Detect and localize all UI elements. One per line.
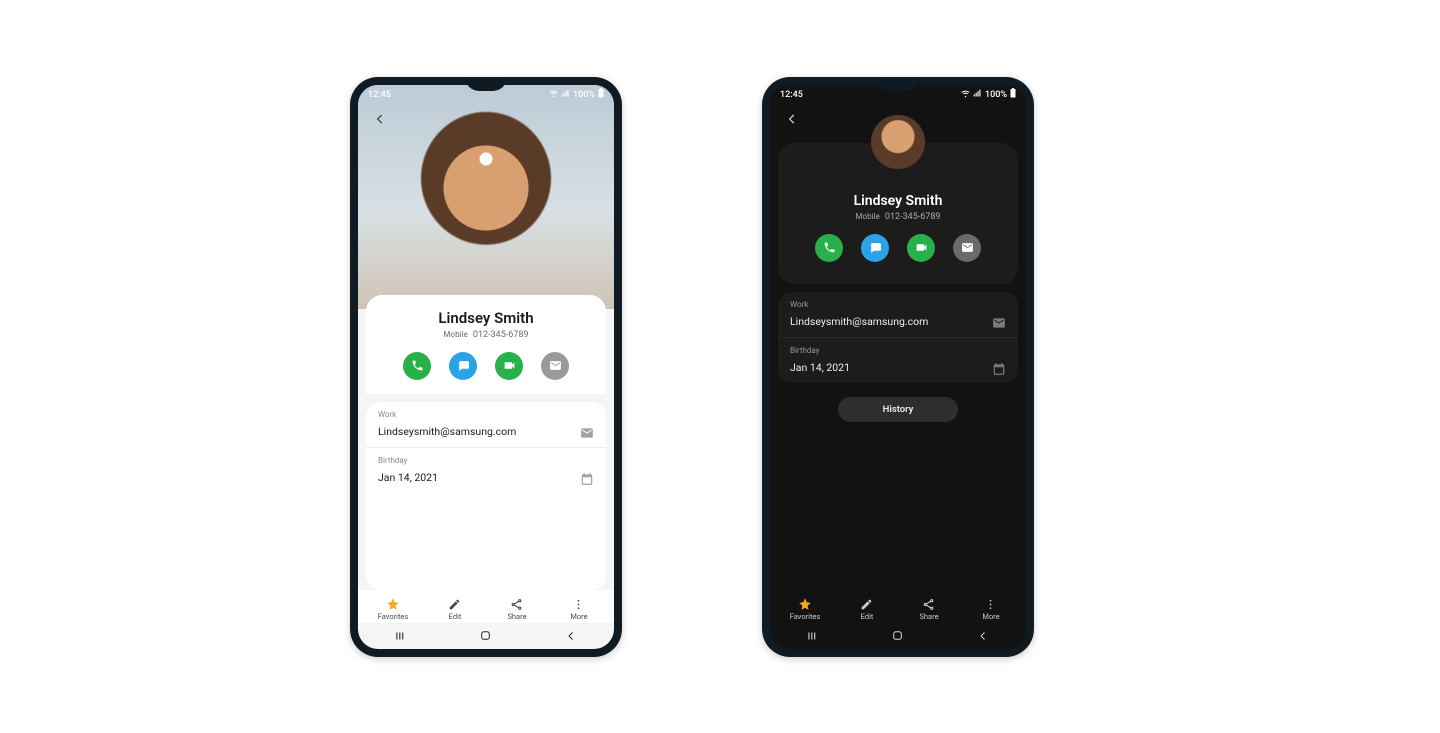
more-button[interactable]: More xyxy=(548,596,610,621)
more-vert-icon xyxy=(984,596,998,610)
share-button[interactable]: Share xyxy=(898,596,960,621)
battery-icon xyxy=(1010,88,1016,101)
share-button[interactable]: Share xyxy=(486,596,548,621)
star-icon xyxy=(798,596,812,610)
nav-recents[interactable] xyxy=(770,629,854,643)
phone-label: Mobile xyxy=(444,330,468,339)
status-time: 12:45 xyxy=(780,90,803,100)
email-label: Work xyxy=(790,300,928,309)
favorites-button[interactable]: Favorites xyxy=(774,596,836,621)
email-value: Lindseysmith@samsung.com xyxy=(378,425,516,438)
calendar-icon[interactable] xyxy=(992,361,1006,375)
nav-back[interactable] xyxy=(941,630,1025,642)
email-label: Work xyxy=(378,410,516,419)
email-value: Lindseysmith@samsung.com xyxy=(790,315,928,328)
signal-icon xyxy=(973,89,982,101)
nav-back[interactable] xyxy=(529,630,613,642)
contact-phone: 012-345-6789 xyxy=(885,212,941,222)
share-icon xyxy=(510,596,524,610)
contact-name: Lindsey Smith xyxy=(778,193,1018,209)
mail-icon[interactable] xyxy=(992,315,1006,329)
status-time: 12:45 xyxy=(368,90,391,100)
contact-header-card: Lindsey Smith Mobile 012-345-6789 xyxy=(366,295,606,394)
contact-header-card: Lindsey Smith Mobile 012-345-6789 xyxy=(778,143,1018,284)
back-button[interactable] xyxy=(368,107,392,131)
pencil-icon xyxy=(860,596,874,610)
edit-button[interactable]: Edit xyxy=(836,596,898,621)
calendar-icon[interactable] xyxy=(580,471,594,485)
nav-home[interactable] xyxy=(444,629,528,642)
contact-phone-line: Mobile 012-345-6789 xyxy=(778,212,1018,222)
signal-icon xyxy=(561,89,570,101)
mail-icon[interactable] xyxy=(580,425,594,439)
birthday-row[interactable]: Birthday Jan 14, 2021 xyxy=(366,448,606,493)
share-icon xyxy=(922,596,936,610)
message-button[interactable] xyxy=(861,234,889,262)
bottom-action-bar: Favorites Edit Share More xyxy=(770,590,1026,623)
pencil-icon xyxy=(448,596,462,610)
edit-button[interactable]: Edit xyxy=(424,596,486,621)
wifi-icon xyxy=(549,89,558,101)
battery-text: 100% xyxy=(985,90,1007,100)
birthday-value: Jan 14, 2021 xyxy=(378,471,438,484)
contact-photo-hero xyxy=(358,85,614,309)
contact-avatar[interactable] xyxy=(871,115,925,169)
contact-details-card: Work Lindseysmith@samsung.com Birthday J… xyxy=(778,292,1018,383)
email-row[interactable]: Work Lindseysmith@samsung.com xyxy=(366,402,606,448)
birthday-label: Birthday xyxy=(378,456,438,465)
bottom-action-bar: Favorites Edit Share More xyxy=(358,590,614,623)
favorites-button[interactable]: Favorites xyxy=(362,596,424,621)
android-nav-bar xyxy=(358,623,614,649)
battery-icon xyxy=(598,88,604,101)
phone-light-mode: 12:45 100% Lindsey Smith Mobile 012-345-… xyxy=(350,77,622,657)
phone-label: Mobile xyxy=(856,212,880,221)
video-call-button[interactable] xyxy=(907,234,935,262)
contact-details-card: Work Lindseysmith@samsung.com Birthday J… xyxy=(366,402,606,590)
birthday-row[interactable]: Birthday Jan 14, 2021 xyxy=(778,338,1018,383)
history-button[interactable]: History xyxy=(838,397,958,422)
birthday-value: Jan 14, 2021 xyxy=(790,361,850,374)
back-button[interactable] xyxy=(780,107,804,131)
phone-dark-mode: 12:45 100% Lindsey Smith Mobile 012-345-… xyxy=(762,77,1034,657)
email-row[interactable]: Work Lindseysmith@samsung.com xyxy=(778,292,1018,338)
email-button[interactable] xyxy=(541,352,569,380)
nav-home[interactable] xyxy=(856,629,940,642)
contact-phone: 012-345-6789 xyxy=(473,330,529,340)
email-button[interactable] xyxy=(953,234,981,262)
star-icon xyxy=(386,596,400,610)
birthday-label: Birthday xyxy=(790,346,850,355)
contact-phone-line: Mobile 012-345-6789 xyxy=(366,330,606,340)
contact-name: Lindsey Smith xyxy=(366,309,606,327)
wifi-icon xyxy=(961,89,970,101)
call-button[interactable] xyxy=(403,352,431,380)
video-call-button[interactable] xyxy=(495,352,523,380)
android-nav-bar xyxy=(770,623,1026,649)
battery-text: 100% xyxy=(573,90,595,100)
message-button[interactable] xyxy=(449,352,477,380)
call-button[interactable] xyxy=(815,234,843,262)
more-vert-icon xyxy=(572,596,586,610)
more-button[interactable]: More xyxy=(960,596,1022,621)
nav-recents[interactable] xyxy=(358,629,442,643)
